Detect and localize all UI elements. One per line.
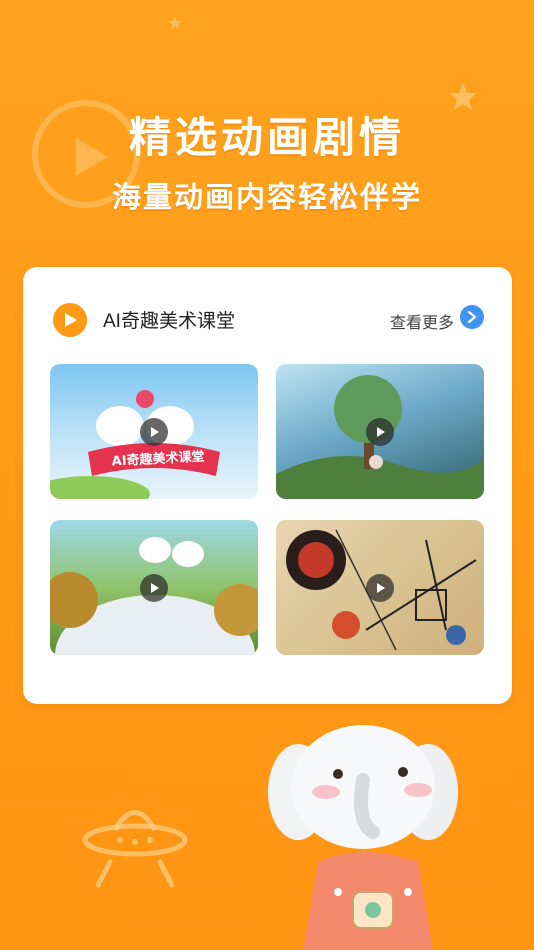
promo-headline: 精选动画剧情 — [128, 113, 405, 162]
section-play-icon — [53, 303, 87, 337]
small-star-decoration-icon — [168, 16, 182, 30]
promo-subheadline: 海量动画内容轻松伴学 — [111, 180, 422, 214]
ufo-decoration-icon — [82, 810, 188, 888]
play-button-icon[interactable] — [366, 417, 394, 446]
elephant-mascot — [268, 725, 458, 950]
video-thumbnail-1[interactable]: AI奇趣美术课堂 — [50, 364, 258, 499]
video-thumbnail-4[interactable] — [276, 520, 484, 655]
chevron-right-icon[interactable] — [460, 305, 484, 329]
play-button-icon[interactable] — [140, 573, 168, 602]
section-title: AI奇趣美术课堂 — [103, 311, 235, 332]
video-thumbnail-3[interactable] — [50, 520, 258, 655]
play-button-icon[interactable] — [366, 573, 394, 602]
video-section-card: AI奇趣美术课堂 查看更多 AI奇趣美术课堂 — [23, 267, 512, 704]
video-thumbnail-2[interactable] — [276, 364, 484, 499]
view-more-link[interactable]: 查看更多 — [390, 309, 454, 333]
section-header: AI奇趣美术课堂 查看更多 — [23, 267, 512, 367]
play-button-icon[interactable] — [140, 417, 168, 446]
